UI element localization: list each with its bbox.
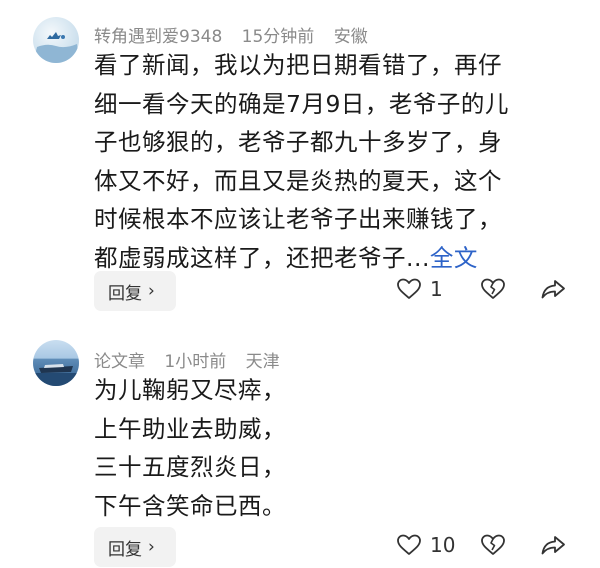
reply-label: 回复	[108, 283, 142, 304]
dislike-button[interactable]	[480, 277, 506, 301]
broken-heart-icon	[481, 278, 505, 299]
comment-time: 15分钟前	[241, 27, 315, 47]
like-button[interactable]: 1	[396, 277, 443, 301]
comment-meta: 论文章 1小时前 天津	[94, 347, 294, 372]
comment-location: 安徽	[333, 27, 368, 47]
comment-line: 上午助业去助威，	[94, 414, 286, 443]
reply-button[interactable]: 回复 ›	[94, 271, 176, 311]
read-more-link[interactable]: 全文	[430, 244, 478, 272]
comment-actions: 10	[380, 527, 580, 567]
comment-time: 1小时前	[164, 352, 227, 372]
comment-actions: 1	[380, 271, 580, 311]
comment-meta: 转角遇到爱9348 15分钟前 安徽	[94, 22, 382, 47]
like-button[interactable]: 10	[396, 533, 455, 557]
avatar-image	[33, 32, 79, 63]
avatar-image	[33, 364, 79, 386]
comment-line: 细一看今天的确是7月9日，老爷子的儿	[94, 89, 509, 118]
username[interactable]: 论文章	[94, 352, 145, 372]
avatar[interactable]	[33, 17, 79, 63]
comment-item: 转角遇到爱9348 15分钟前 安徽 看了新闻，我以为把日期看错了，再仔 细一看…	[0, 0, 600, 315]
comment-line: 为儿鞠躬又尽瘁，	[94, 376, 286, 404]
comment-line-text: 都虚弱成这样了，还把老爷子...	[94, 243, 430, 272]
comment-line: 时候根本不应该让老爷子出来赚钱了，	[94, 205, 502, 233]
share-arrow-icon	[541, 536, 565, 555]
comment-line: 看了新闻，我以为把日期看错了，再仔	[94, 51, 502, 79]
comment-body: 为儿鞠躬又尽瘁， 上午助业去助威， 三十五度烈炎日， 下午含笑命已西。	[94, 371, 564, 525]
comment-body: 看了新闻，我以为把日期看错了，再仔 细一看今天的确是7月9日，老爷子的儿 子也够…	[94, 46, 564, 277]
share-button[interactable]	[540, 277, 566, 301]
like-count: 10	[430, 533, 456, 557]
broken-heart-icon	[481, 534, 505, 555]
share-arrow-icon	[541, 280, 565, 299]
like-count: 1	[430, 277, 443, 301]
comment-line: 子也够狠的，老爷子都九十多岁了，身	[94, 128, 502, 156]
comment-line: 三十五度烈炎日，	[94, 453, 286, 481]
comment-line: 下午含笑命已西。	[94, 491, 286, 520]
share-button[interactable]	[540, 533, 566, 557]
heart-outline-icon	[397, 278, 421, 299]
avatar[interactable]	[33, 340, 79, 386]
comment-item: 论文章 1小时前 天津 为儿鞠躬又尽瘁， 上午助业去助威， 三十五度烈炎日， 下…	[0, 330, 600, 568]
chevron-right-icon: ›	[148, 537, 155, 557]
comment-location: 天津	[245, 352, 280, 372]
username[interactable]: 转角遇到爱9348	[94, 27, 222, 47]
dislike-button[interactable]	[480, 533, 506, 557]
reply-label: 回复	[108, 539, 142, 560]
comment-line: 体又不好，而且又是炎热的夏天，这个	[94, 166, 502, 195]
chevron-right-icon: ›	[148, 281, 155, 301]
reply-button[interactable]: 回复 ›	[94, 527, 176, 567]
heart-outline-icon	[397, 534, 421, 555]
